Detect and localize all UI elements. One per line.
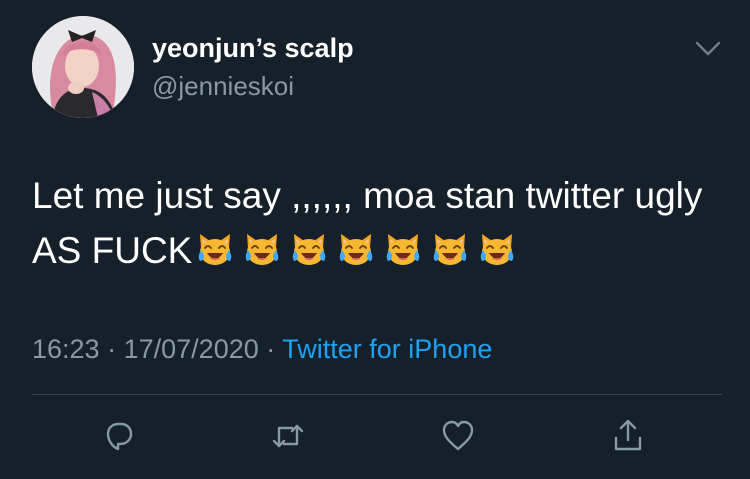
cat-tears-of-joy-emoji	[196, 229, 234, 267]
tweet-text: Let me just say ,,,,,, moa stan twitter …	[32, 168, 722, 284]
cat-tears-of-joy-emoji	[290, 229, 328, 267]
avatar[interactable]	[32, 16, 134, 118]
user-handle[interactable]: @jennieskoi	[152, 71, 294, 102]
tweet-metadata: 16:23 · 17/07/2020 · Twitter for iPhone	[32, 334, 492, 365]
tweet-date: 17/07/2020	[123, 334, 259, 364]
share-icon	[608, 416, 648, 461]
like-button[interactable]	[438, 418, 478, 458]
share-button[interactable]	[608, 418, 648, 458]
cat-tears-of-joy-emoji	[337, 229, 375, 267]
tweet-source-link[interactable]: Twitter for iPhone	[282, 334, 492, 364]
cat-tears-of-joy-emoji	[431, 229, 469, 267]
tweet-time: 16:23	[32, 334, 100, 364]
chevron-down-icon[interactable]	[693, 36, 723, 62]
heart-icon	[438, 416, 478, 461]
retweet-button[interactable]	[268, 418, 308, 458]
cat-tears-of-joy-emoji	[243, 229, 281, 267]
emoji-row	[196, 229, 525, 284]
meta-separator: ·	[266, 334, 276, 364]
cat-tears-of-joy-emoji	[478, 229, 516, 267]
cat-tears-of-joy-emoji	[384, 229, 422, 267]
meta-separator: ·	[107, 334, 117, 364]
display-name[interactable]: yeonjun’s scalp	[152, 33, 354, 64]
divider	[32, 394, 722, 395]
reply-button[interactable]	[98, 418, 138, 458]
retweet-icon	[268, 416, 308, 461]
reply-icon	[98, 416, 138, 461]
